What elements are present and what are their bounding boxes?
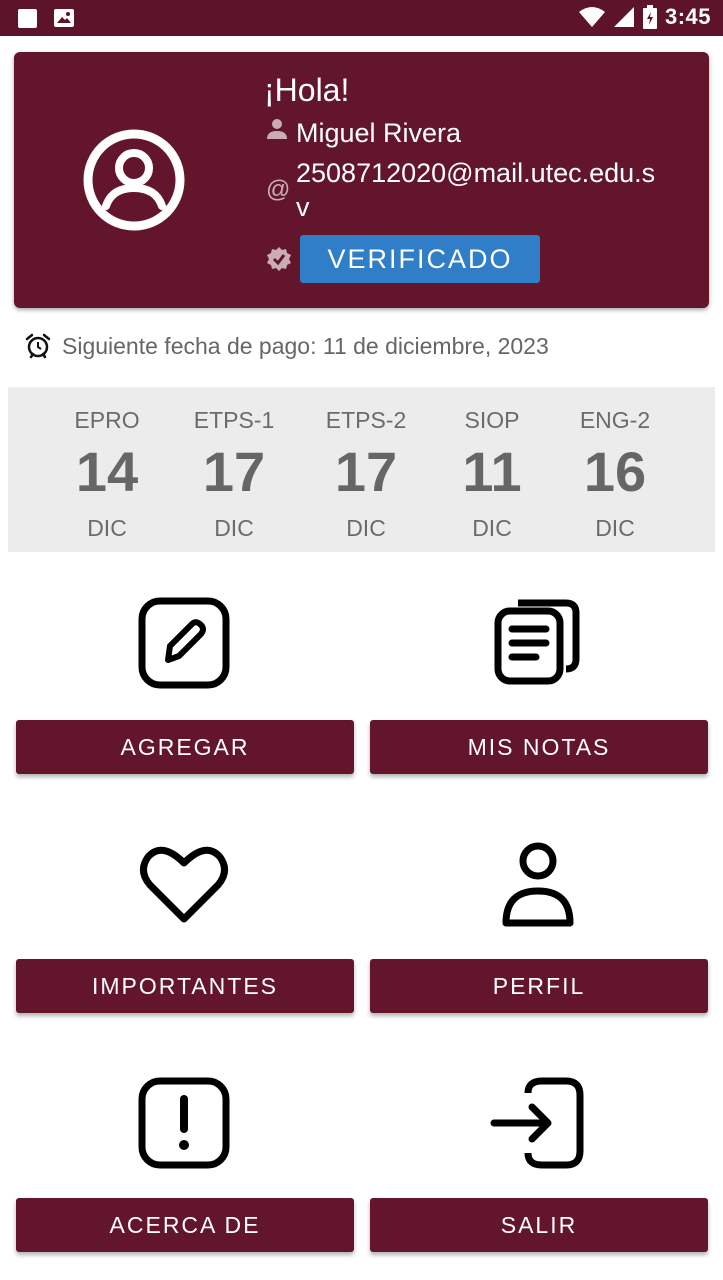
signal-icon [613, 7, 634, 27]
heart-icon[interactable] [134, 835, 234, 935]
date-subject-code: SIOP [464, 407, 520, 433]
date-subject-code: ETPS-2 [325, 407, 407, 433]
my-notes-button[interactable]: MIS NOTAS [370, 720, 708, 774]
person-icon[interactable] [488, 835, 588, 935]
exam-dates-strip: EPRO 14 DIC ETPS-1 17 DIC ETPS-2 17 DIC … [8, 387, 715, 552]
status-bar: 3:45 [0, 0, 723, 36]
edit-icon[interactable] [134, 593, 234, 693]
greeting-title: ¡Hola! [264, 72, 350, 108]
user-email: 2508712020@mail.utec.edu.sv [296, 158, 656, 222]
next-payment-text: Siguiente fecha de pago: 11 de diciembre… [62, 332, 549, 359]
clock-time: 3:45 [664, 4, 711, 29]
wifi-icon [578, 7, 605, 27]
date-month: DIC [214, 515, 254, 541]
user-name-row: Miguel Rivera [266, 118, 461, 149]
at-sign-icon: @ [266, 176, 291, 203]
account-circle-icon [83, 129, 185, 231]
exit-button[interactable]: SALIR [370, 1198, 708, 1252]
notification-square-icon [18, 8, 37, 28]
alarm-icon [25, 333, 51, 359]
date-day: 17 [334, 440, 398, 503]
date-day: 16 [583, 440, 647, 503]
alert-icon[interactable] [134, 1073, 234, 1173]
date-subject-code: EPRO [74, 407, 140, 433]
date-day: 14 [75, 440, 139, 503]
user-email-row: @ 2508712020@mail.utec.edu.sv [266, 156, 666, 224]
person-small-icon [266, 118, 296, 140]
verified-row: VERIFICADO [266, 235, 540, 283]
important-button[interactable]: IMPORTANTES [16, 959, 354, 1013]
verified-button[interactable]: VERIFICADO [300, 235, 540, 283]
battery-icon [642, 5, 657, 29]
notes-icon[interactable] [488, 593, 588, 693]
date-subject-code: ENG-2 [579, 407, 651, 433]
login-icon[interactable] [488, 1073, 588, 1173]
date-month: DIC [595, 515, 635, 541]
date-month: DIC [87, 515, 127, 541]
user-name: Miguel Rivera [296, 118, 462, 148]
date-month: DIC [346, 515, 386, 541]
profile-card: ¡Hola! Miguel Rivera @ 2508712020@mail.u… [14, 52, 709, 308]
date-day: 11 [462, 440, 522, 503]
profile-button[interactable]: PERFIL [370, 959, 708, 1013]
verified-badge-icon [266, 246, 296, 272]
about-button[interactable]: ACERCA DE [16, 1198, 354, 1252]
image-notification-icon [54, 9, 74, 27]
next-payment-row: Siguiente fecha de pago: 11 de diciembre… [24, 332, 549, 360]
date-day: 17 [202, 440, 266, 503]
date-subject-code: ETPS-1 [193, 407, 275, 433]
date-month: DIC [472, 515, 512, 541]
add-button[interactable]: AGREGAR [16, 720, 354, 774]
